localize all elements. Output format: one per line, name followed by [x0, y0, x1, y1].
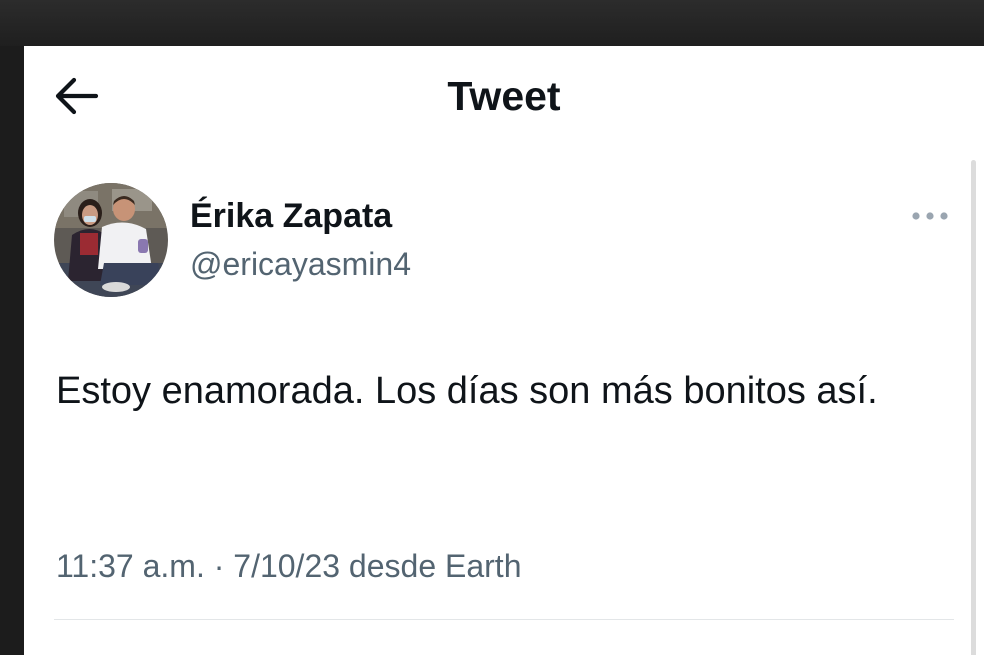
page-title: Tweet: [447, 73, 561, 119]
author-display-name[interactable]: Érika Zapata: [190, 193, 392, 239]
tweet-text: Estoy enamorada. Los días son más bonito…: [56, 370, 878, 412]
author-handle[interactable]: @ericayasmin4: [190, 242, 411, 286]
ellipsis-icon: [912, 212, 948, 220]
device-top-bezel: [0, 0, 984, 46]
avatar[interactable]: [54, 183, 168, 297]
tweet-timestamp[interactable]: 11:37 a.m. · 7/10/23 desde Earth: [56, 544, 521, 588]
device-left-bezel: [0, 46, 24, 655]
more-options-button[interactable]: [904, 201, 956, 231]
divider: [54, 619, 954, 620]
top-bar: Tweet: [24, 46, 984, 146]
scrollbar[interactable]: [971, 160, 976, 655]
tweet-screen: Tweet Érika Zapata @ericayasmin4 Estoy e…: [24, 46, 984, 655]
profile-photo: [54, 183, 168, 297]
